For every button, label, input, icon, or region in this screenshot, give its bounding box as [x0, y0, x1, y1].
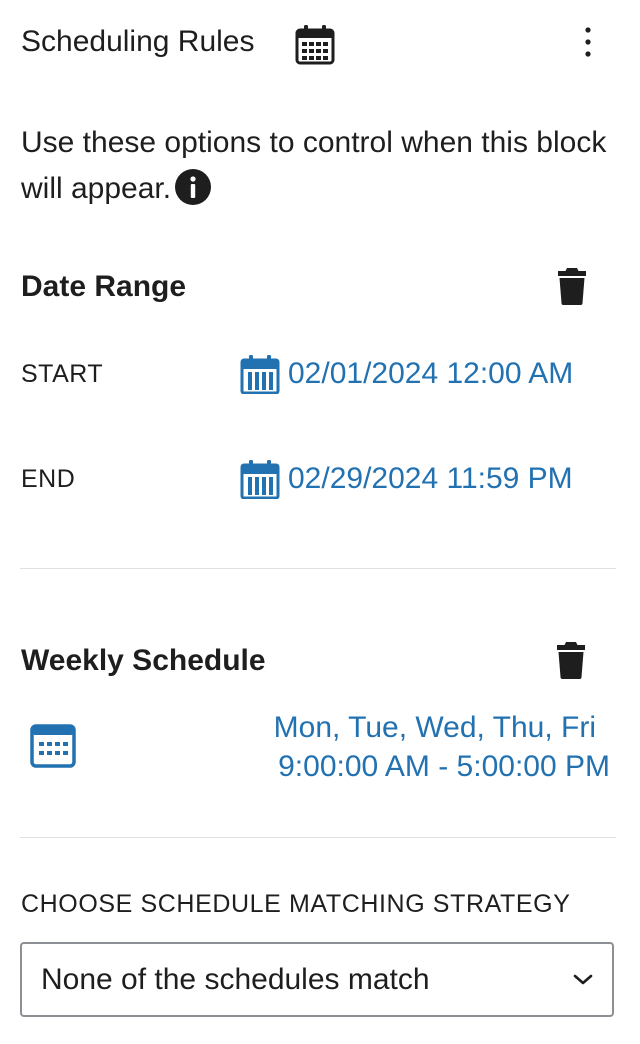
- date-range-title: Date Range: [21, 270, 187, 303]
- vertical-ellipsis-icon: [585, 27, 591, 57]
- start-label: START: [21, 360, 104, 388]
- description-text: Use these options to control when this b…: [21, 126, 607, 205]
- delete-date-range-button[interactable]: [552, 264, 592, 308]
- chevron-down-icon: [573, 974, 593, 984]
- calendar-icon: [30, 724, 76, 768]
- panel-description: Use these options to control when this b…: [21, 120, 611, 212]
- panel-title: Scheduling Rules: [21, 25, 255, 58]
- divider: [20, 837, 616, 838]
- calendar-icon: [294, 23, 336, 65]
- calendar-icon: [240, 460, 280, 499]
- end-label: END: [21, 465, 76, 493]
- delete-weekly-schedule-button[interactable]: [551, 638, 591, 682]
- options-menu-button[interactable]: [568, 22, 608, 62]
- weekly-calendar-button[interactable]: [28, 722, 80, 772]
- info-icon[interactable]: [175, 169, 212, 205]
- strategy-selected-value: None of the schedules match: [41, 962, 430, 996]
- weekly-time-range: 9:00:00 AM - 5:00:00 PM: [278, 750, 610, 783]
- weekly-days: Mon, Tue, Wed, Thu, Fri: [273, 711, 596, 744]
- trash-icon: [557, 642, 585, 679]
- end-date-value: 02/29/2024 11:59 PM: [288, 462, 573, 495]
- weekly-schedule-summary[interactable]: Mon, Tue, Wed, Thu, Fri 9:00:00 AM - 5:0…: [200, 708, 610, 786]
- start-date-value: 02/01/2024 12:00 AM: [288, 357, 574, 390]
- weekly-schedule-title: Weekly Schedule: [21, 644, 266, 677]
- end-date-button[interactable]: 02/29/2024 11:59 PM: [240, 459, 573, 499]
- trash-icon: [558, 268, 586, 305]
- start-date-button[interactable]: 02/01/2024 12:00 AM: [240, 354, 573, 394]
- calendar-icon: [240, 355, 280, 394]
- strategy-select[interactable]: None of the schedules match: [20, 942, 614, 1017]
- divider: [20, 568, 616, 569]
- strategy-label: CHOOSE SCHEDULE MATCHING STRATEGY: [21, 890, 571, 918]
